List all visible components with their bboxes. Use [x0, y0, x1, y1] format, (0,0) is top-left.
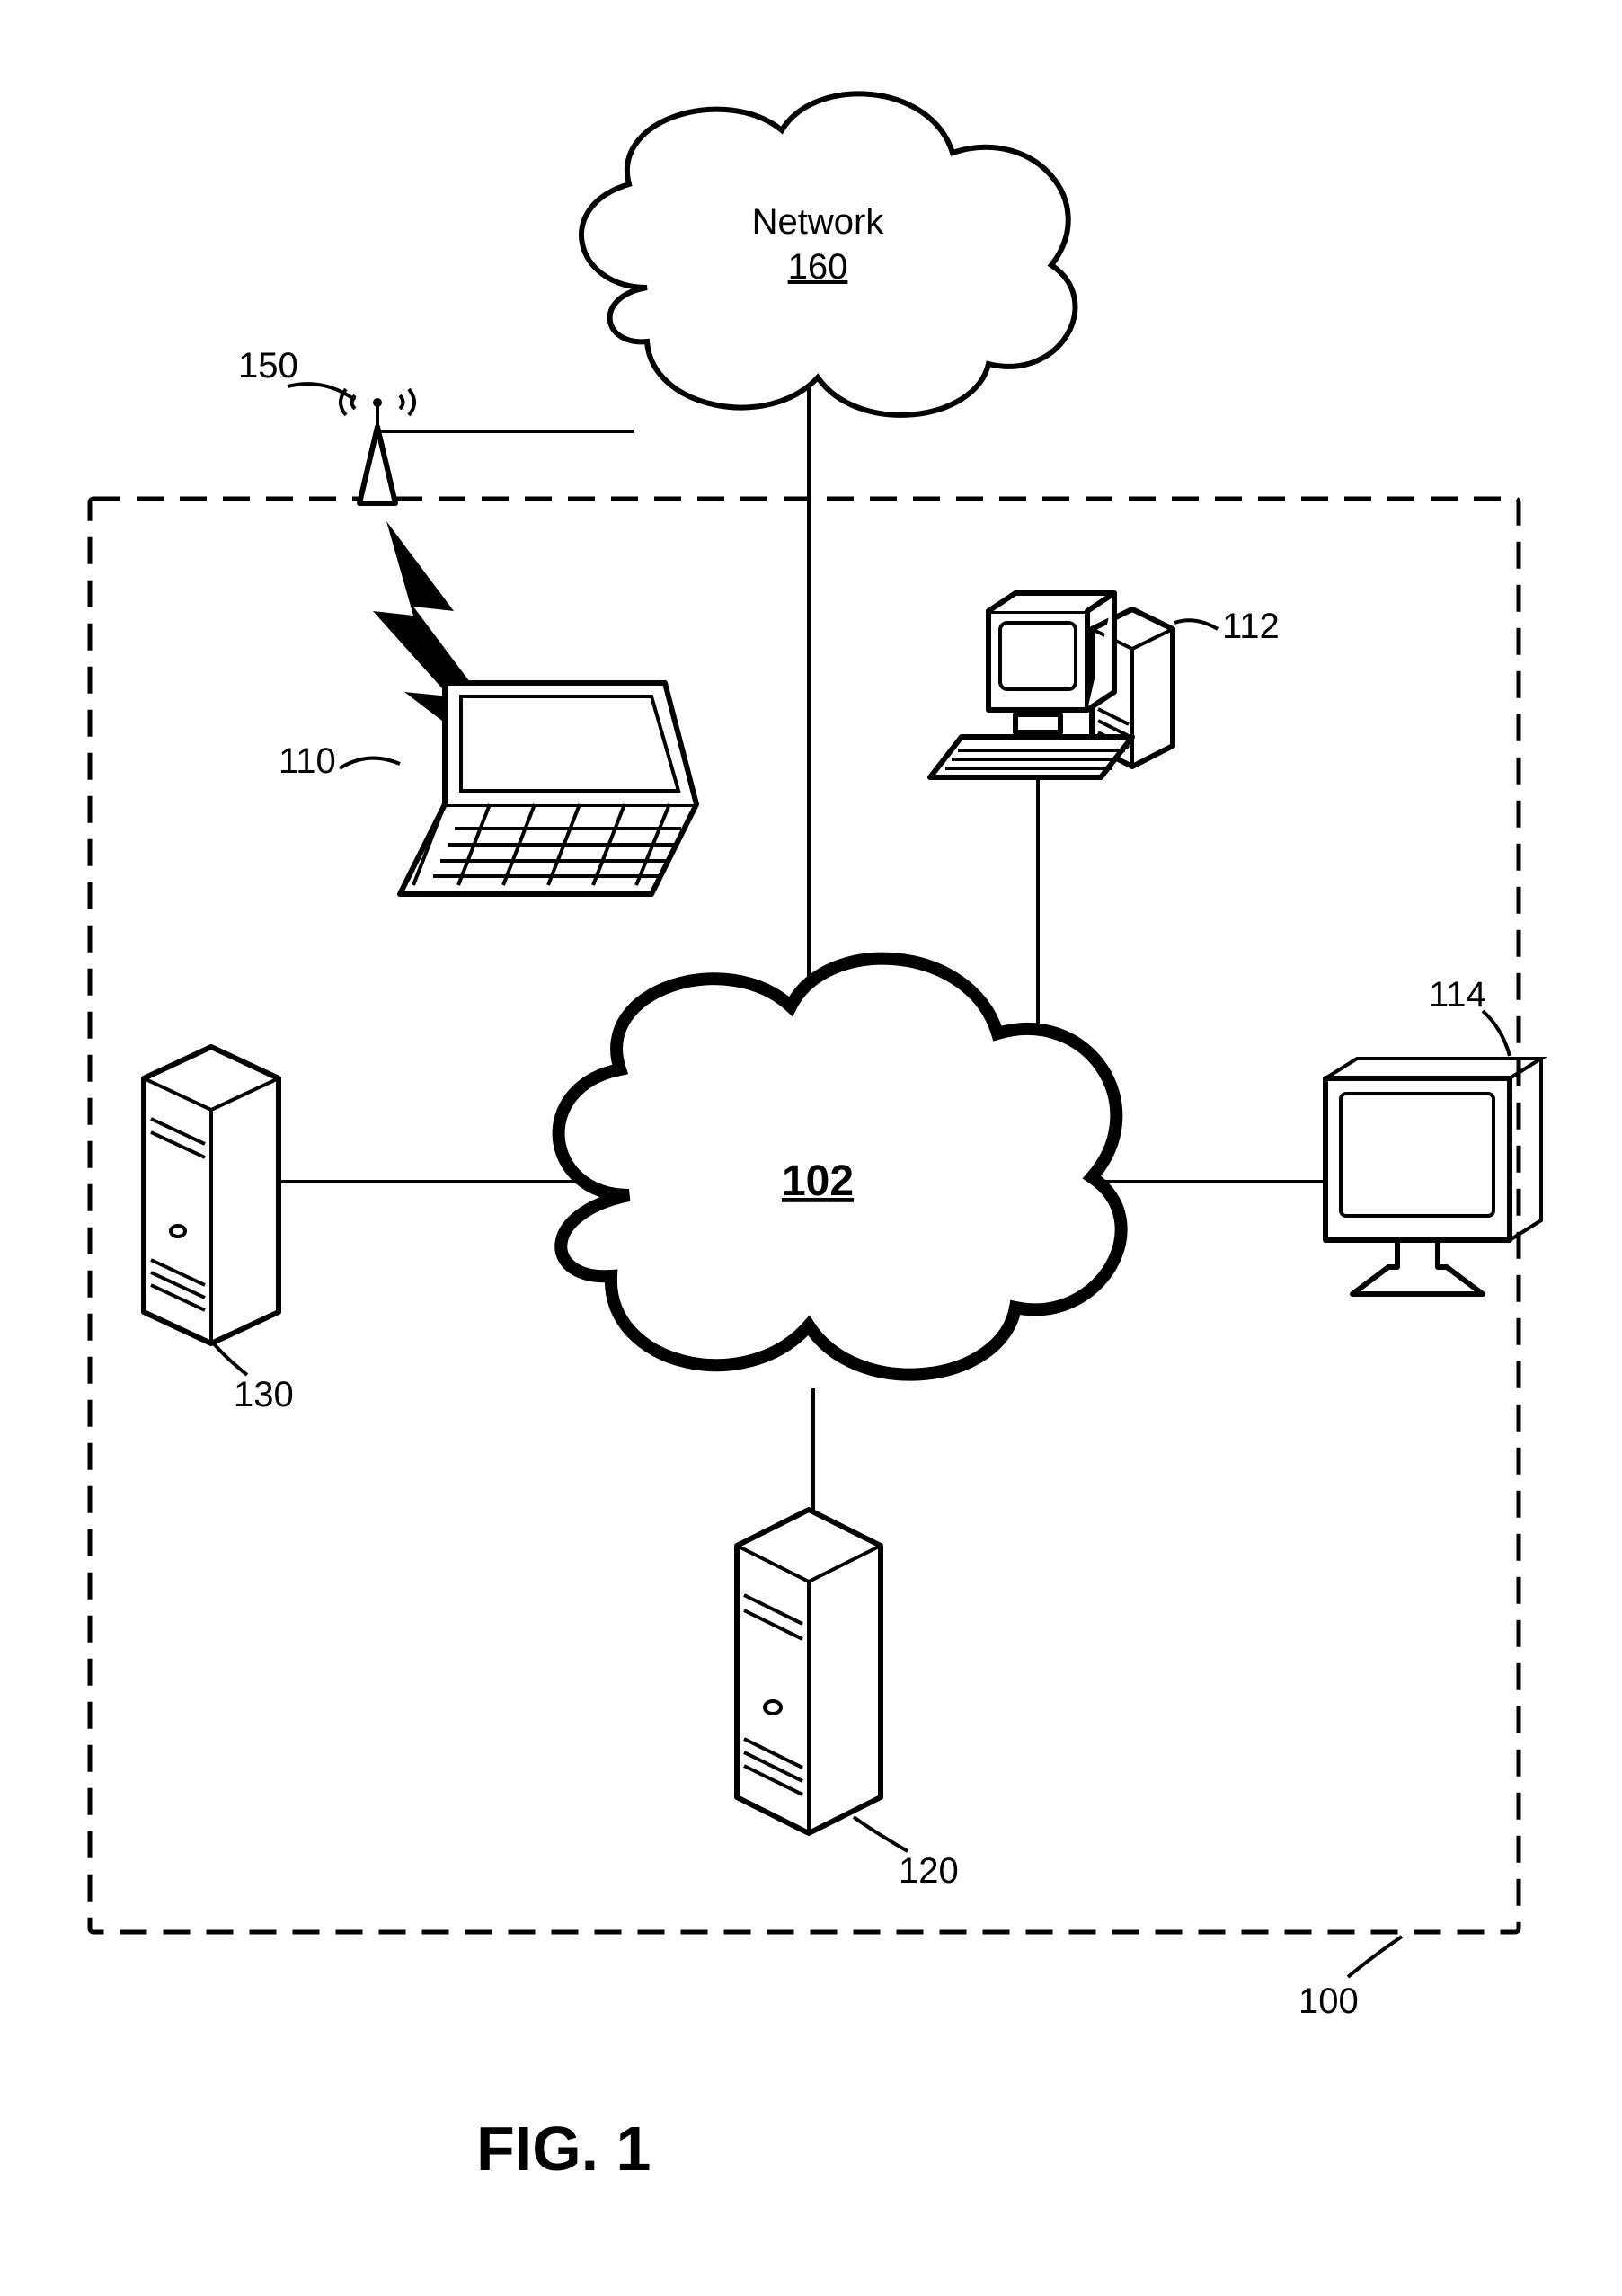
network-cloud-label-line2: 160: [788, 247, 848, 287]
central-cloud-label: 102: [782, 1157, 854, 1205]
system-boundary-ref-leader: [1348, 1937, 1402, 1977]
monitor-ref-leader: [1483, 1011, 1510, 1056]
desktop-pc-ref-leader: [1174, 620, 1218, 629]
laptop-ref: 110: [279, 741, 336, 781]
server-left-icon: [144, 1047, 279, 1343]
laptop-icon: [400, 683, 696, 894]
antenna-icon: [341, 389, 414, 503]
antenna-ref-leader: [288, 384, 355, 400]
server-left-ref: 130: [234, 1375, 294, 1414]
monitor-ref: 114: [1429, 975, 1486, 1015]
desktop-pc-ref: 112: [1222, 607, 1280, 646]
antenna-ref: 150: [238, 346, 298, 386]
network-cloud: Network 160: [581, 93, 1075, 414]
server-bottom-ref-leader: [854, 1817, 908, 1851]
figure-caption: FIG. 1: [476, 2114, 651, 2184]
server-bottom-ref: 120: [899, 1851, 959, 1891]
system-boundary-ref: 100: [1298, 1981, 1359, 2021]
desktop-pc-icon: [930, 593, 1173, 777]
server-left-ref-leader: [212, 1342, 247, 1375]
network-cloud-label-line1: Network: [752, 202, 885, 242]
laptop-ref-leader: [340, 758, 400, 768]
monitor-icon: [1325, 1059, 1541, 1294]
server-bottom-icon: [737, 1510, 881, 1833]
